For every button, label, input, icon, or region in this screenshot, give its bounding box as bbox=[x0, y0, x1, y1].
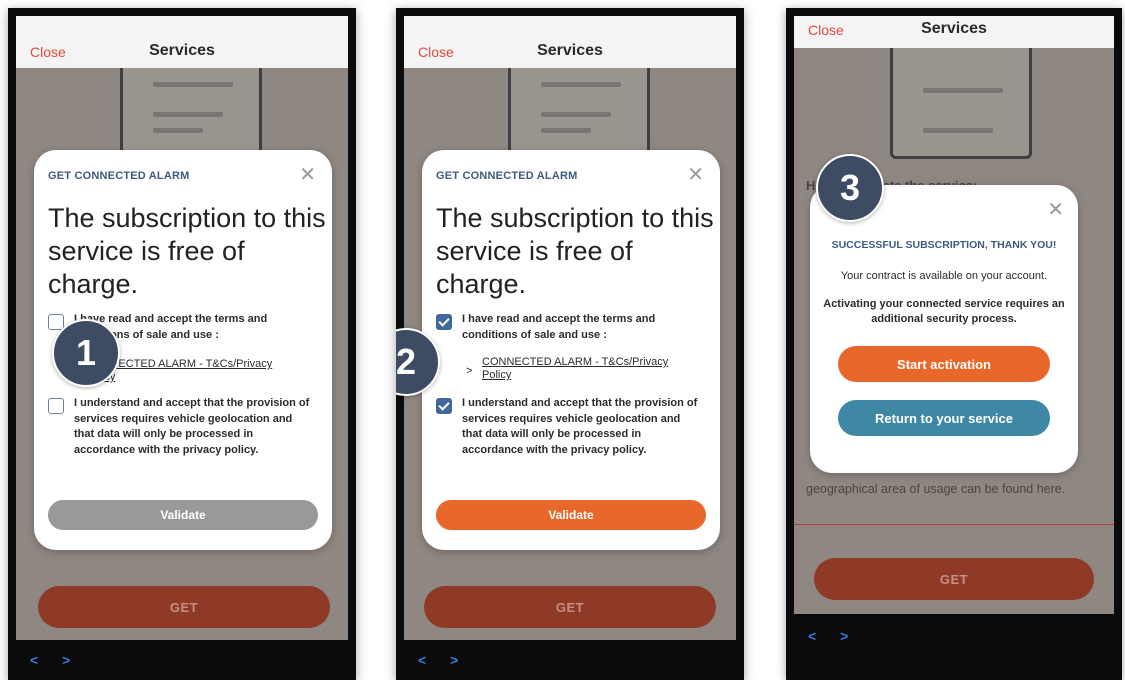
background-preview bbox=[508, 68, 650, 155]
divider bbox=[794, 524, 1114, 525]
start-activation-button[interactable]: Start activation bbox=[838, 346, 1050, 382]
modal-headline: The subscription to this service is free… bbox=[48, 203, 326, 299]
screen-title: Services bbox=[149, 42, 215, 59]
success-title: SUCCESSFUL SUBSCRIPTION, THANK YOU! bbox=[831, 239, 1057, 251]
phone-step-3: Close Services How to activate the servi… bbox=[786, 8, 1122, 680]
background-footer: geographical area of usage can be found … bbox=[806, 482, 1066, 496]
terms-link[interactable]: CONNECTED ALARM - T&Cs/Privacy Policy bbox=[482, 356, 692, 382]
background-preview bbox=[120, 68, 262, 155]
close-icon[interactable]: ✕ bbox=[1047, 197, 1064, 221]
app-bar: Close Services bbox=[794, 16, 1114, 48]
browser-nav-arrows[interactable]: < > bbox=[418, 652, 468, 668]
link-chevron: > bbox=[466, 365, 473, 377]
get-button[interactable]: GET bbox=[814, 558, 1094, 600]
modal-tag: GET CONNECTED ALARM bbox=[48, 170, 190, 182]
get-button[interactable]: GET bbox=[424, 586, 716, 628]
close-icon[interactable]: ✕ bbox=[687, 162, 704, 186]
screen-title: Services bbox=[921, 20, 987, 37]
get-button[interactable]: GET bbox=[38, 586, 330, 628]
success-modal: ✕ SUCCESSFUL SUBSCRIPTION, THANK YOU! Yo… bbox=[810, 185, 1078, 473]
close-icon[interactable]: ✕ bbox=[299, 162, 316, 186]
consent-checkbox[interactable] bbox=[436, 398, 452, 414]
security-text: Activating your connected service requir… bbox=[823, 298, 1065, 325]
consent-label: I understand and accept that the provisi… bbox=[462, 397, 698, 456]
app-bar: Close Services bbox=[16, 16, 348, 68]
consent-checkbox[interactable] bbox=[48, 398, 64, 414]
app-bar: Close Services bbox=[404, 16, 736, 68]
modal-headline: The subscription to this service is free… bbox=[436, 203, 714, 299]
browser-nav-arrows[interactable]: < > bbox=[30, 652, 80, 668]
screen-title: Services bbox=[537, 42, 603, 59]
validate-button[interactable]: Validate bbox=[48, 500, 318, 530]
phone-step-1: Close Services GET < > GET CONNECTED ALA… bbox=[8, 8, 356, 680]
terms-label: I have read and accept the terms and con… bbox=[462, 313, 656, 341]
subscription-modal: GET CONNECTED ALARM ✕ The subscription t… bbox=[422, 150, 720, 550]
step-badge-1: 1 bbox=[52, 319, 120, 387]
step-badge-3: 3 bbox=[816, 154, 884, 222]
return-to-service-button[interactable]: Return to your service bbox=[838, 400, 1050, 436]
modal-tag: GET CONNECTED ALARM bbox=[436, 170, 578, 182]
contract-text: Your contract is available on your accou… bbox=[840, 270, 1048, 282]
terms-checkbox[interactable] bbox=[436, 314, 452, 330]
phone-step-2: Close Services GET < > GET CONNECTED ALA… bbox=[396, 8, 744, 680]
browser-nav-arrows[interactable]: < > bbox=[808, 628, 858, 644]
background-preview bbox=[890, 48, 1032, 159]
consent-label: I understand and accept that the provisi… bbox=[74, 397, 310, 456]
validate-button[interactable]: Validate bbox=[436, 500, 706, 530]
